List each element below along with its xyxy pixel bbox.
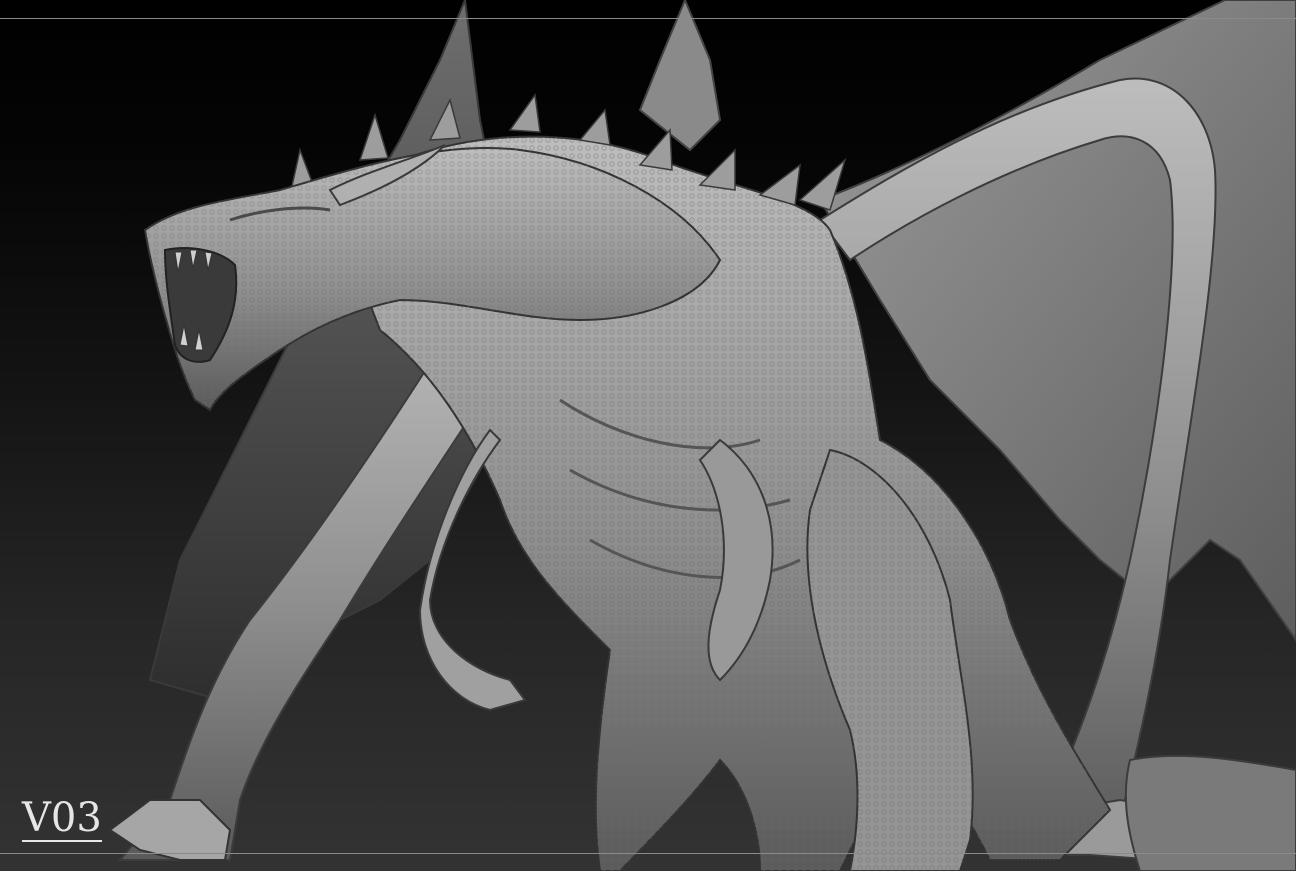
frame-top-line <box>0 18 1296 19</box>
dragon-sculpt-render <box>108 0 1296 871</box>
sculpt-render-viewport: V03 <box>0 0 1296 871</box>
frame-bottom-line <box>0 853 1296 854</box>
version-label: V03 <box>22 795 102 842</box>
